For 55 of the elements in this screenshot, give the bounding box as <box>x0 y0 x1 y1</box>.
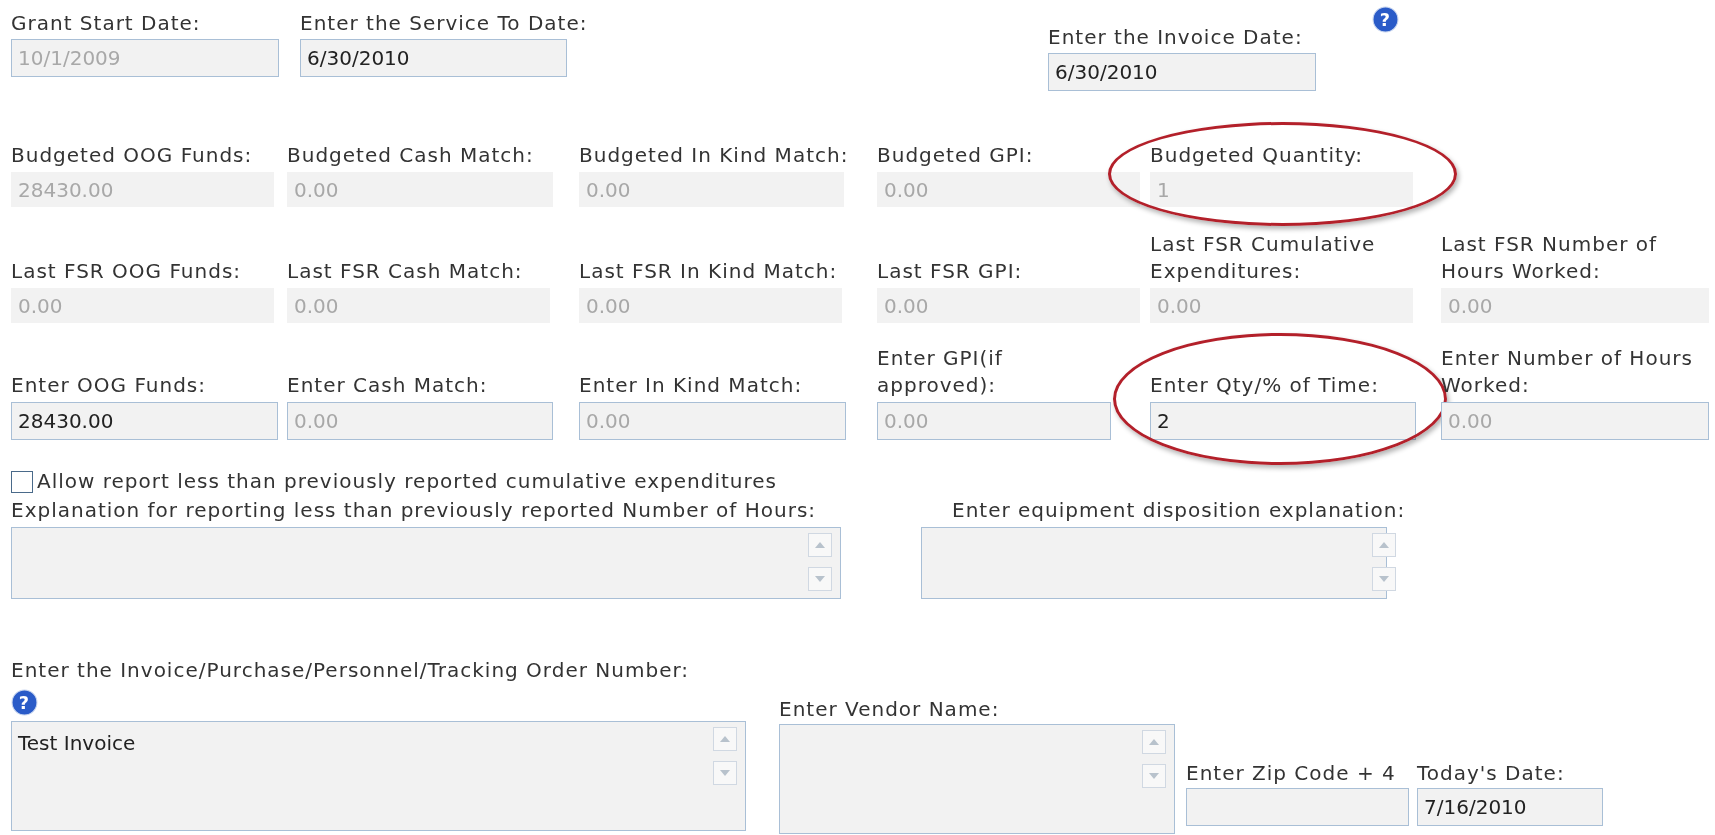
down-arrow-icon <box>1378 575 1391 583</box>
field-label: Last FSR OOG Funds: <box>11 258 243 285</box>
field-label: Enter equipment disposition explanation: <box>951 497 1406 524</box>
field-label: Budgeted GPI: <box>877 142 1035 169</box>
field-label: Enter the Invoice/Purchase/Personnel/Tracking Order Number: <box>11 657 691 684</box>
scroll-up-button[interactable] <box>1372 533 1397 557</box>
field-label: Budgeted In Kind Match: <box>579 142 850 169</box>
scroll-down-button[interactable] <box>1142 764 1166 788</box>
input-field[interactable]: 6/30/2010 <box>300 39 567 77</box>
field-label: Enter Vendor Name: <box>779 696 1001 723</box>
field-label: Last FSR GPI: <box>877 258 1024 285</box>
field-label: Explanation for reporting less than previously reported Number of Hours: <box>11 497 818 524</box>
help-icon[interactable]: ? <box>1372 6 1399 33</box>
text-area[interactable]: Test Invoice <box>11 721 746 831</box>
scroll-down-button[interactable] <box>808 567 832 591</box>
checkbox-label: Allow report less than previously reported cumulative expenditures <box>37 468 778 495</box>
field-label: Enter Zip Code + 4 <box>1186 760 1397 787</box>
up-arrow-icon <box>1378 541 1391 549</box>
field-label: Enter OOG Funds: <box>11 372 207 399</box>
field-label: Last FSR Number of Hours Worked: <box>1441 231 1659 285</box>
checkbox[interactable] <box>11 470 33 493</box>
field-label: Enter In Kind Match: <box>579 372 804 399</box>
scroll-up-button[interactable] <box>1142 730 1166 754</box>
field-label: Enter GPI(if approved): <box>877 345 1004 399</box>
input-field[interactable]: 2 <box>1150 402 1416 440</box>
input-field[interactable]: 6/30/2010 <box>1048 53 1316 91</box>
field-label: Enter Cash Match: <box>287 372 489 399</box>
field-label: Last FSR Cumulative Expenditures: <box>1150 231 1377 285</box>
help-icon[interactable]: ? <box>11 689 38 716</box>
scroll-down-button[interactable] <box>1372 567 1397 591</box>
down-arrow-icon <box>1148 772 1160 780</box>
up-arrow-icon <box>719 735 731 743</box>
field-label: Last FSR In Kind Match: <box>579 258 839 285</box>
field-label: Grant Start Date: <box>11 10 202 37</box>
input-field[interactable] <box>1186 788 1409 826</box>
field-label: Budgeted OOG Funds: <box>11 142 254 169</box>
field-label: Today's Date: <box>1417 760 1566 787</box>
field-label: Enter the Invoice Date: <box>1048 24 1304 51</box>
field-label: Enter Qty/% of Time: <box>1150 372 1380 399</box>
scroll-up-button[interactable] <box>808 533 832 557</box>
field-label: Budgeted Cash Match: <box>287 142 535 169</box>
text-area[interactable] <box>779 724 1175 834</box>
text-area[interactable] <box>921 527 1387 599</box>
field-label: Budgeted Quantity: <box>1150 142 1364 169</box>
down-arrow-icon <box>814 575 826 583</box>
input-field[interactable]: 7/16/2010 <box>1417 788 1603 826</box>
down-arrow-icon <box>719 769 731 777</box>
text-area[interactable] <box>11 527 841 599</box>
up-arrow-icon <box>814 541 826 549</box>
scroll-down-button[interactable] <box>713 761 737 785</box>
up-arrow-icon <box>1148 738 1160 746</box>
field-label: Last FSR Cash Match: <box>287 258 524 285</box>
input-field[interactable]: 28430.00 <box>11 402 278 440</box>
field-label: Enter the Service To Date: <box>300 10 589 37</box>
scroll-up-button[interactable] <box>713 727 737 751</box>
